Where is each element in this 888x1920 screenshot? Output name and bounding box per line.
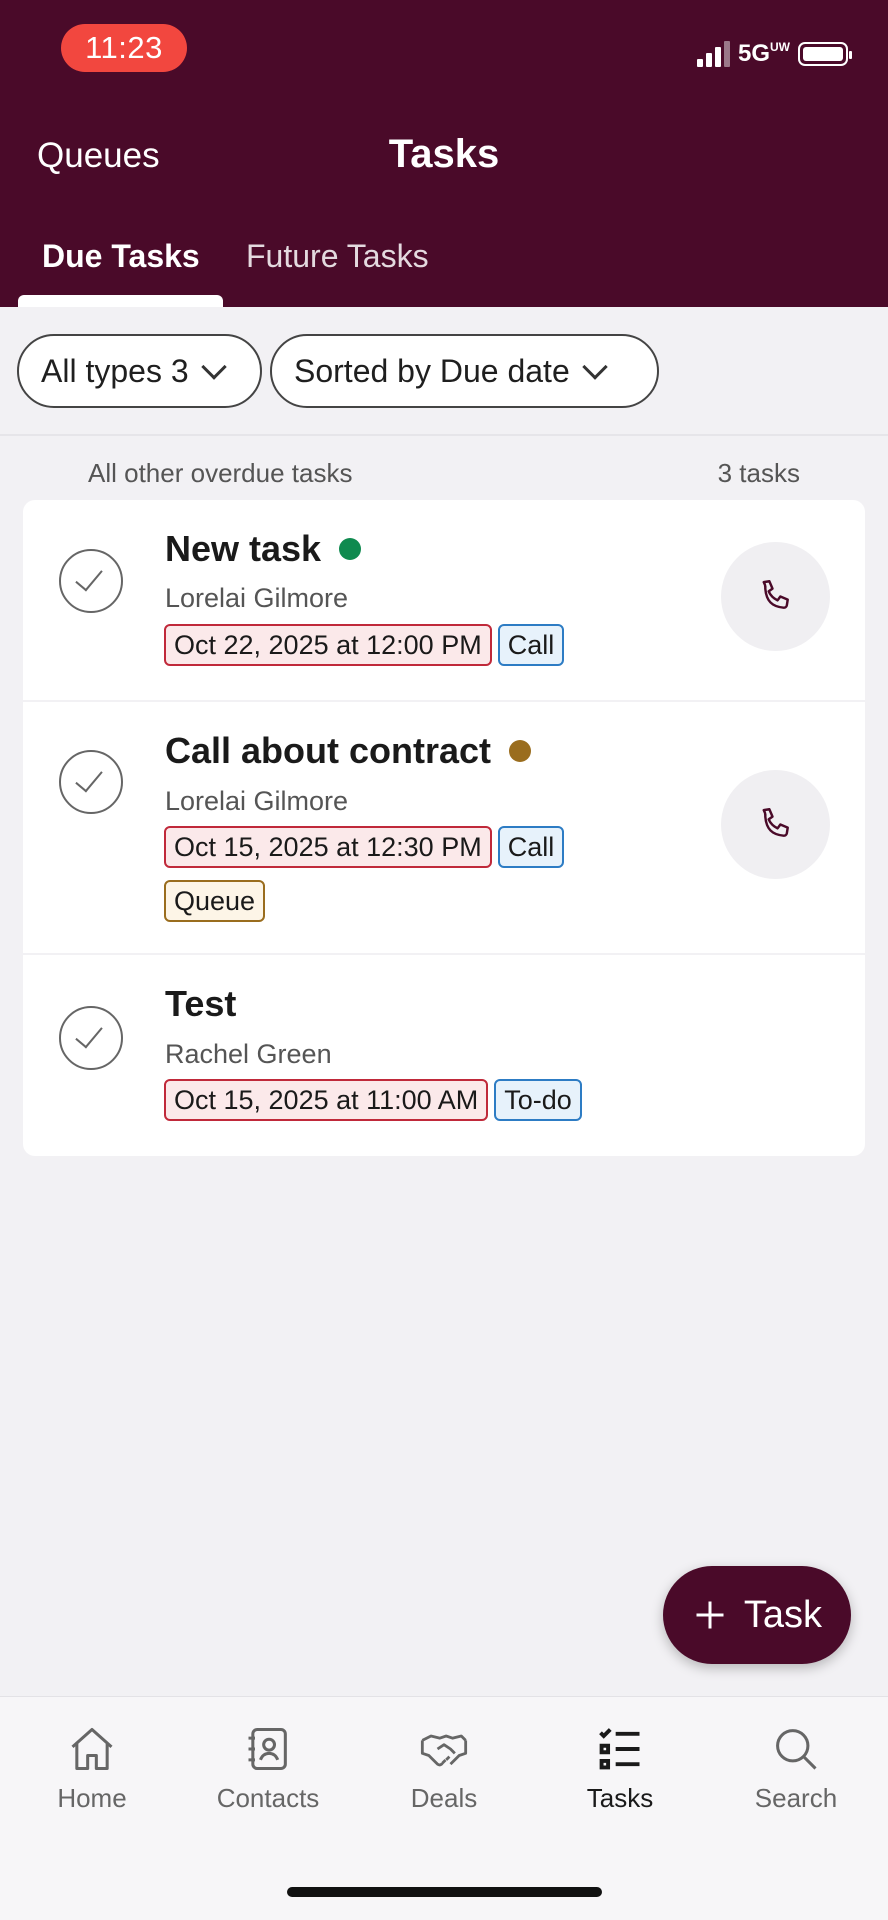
- network-label: 5GUW: [737, 40, 790, 67]
- task-contact[interactable]: Lorelai Gilmore: [165, 583, 348, 614]
- nav-contacts[interactable]: Contacts: [188, 1723, 348, 1814]
- nav-home-label: Home: [57, 1783, 127, 1813]
- call-button[interactable]: [721, 542, 830, 651]
- task-title: Call about contract: [165, 730, 532, 772]
- task-contact[interactable]: Lorelai Gilmore: [165, 786, 348, 817]
- complete-check-icon[interactable]: [59, 549, 123, 613]
- add-task-label: Task: [743, 1593, 823, 1636]
- nav-tasks-label: Tasks: [586, 1783, 654, 1813]
- contacts-icon: [248, 1727, 287, 1771]
- nav-search-label: Search: [754, 1783, 838, 1813]
- task-contact[interactable]: Rachel Green: [165, 1039, 332, 1070]
- add-task-button[interactable]: Task: [663, 1566, 851, 1664]
- chevron-down-icon: [582, 354, 608, 380]
- tab-due-tasks[interactable]: Due Tasks: [42, 238, 200, 275]
- handshake-icon: [420, 1734, 468, 1767]
- complete-check-icon[interactable]: [59, 1006, 123, 1070]
- nav-home[interactable]: Home: [12, 1723, 172, 1814]
- queue-badge: Queue: [164, 880, 266, 922]
- complete-check-icon[interactable]: [59, 750, 123, 814]
- section-label: All other overdue tasks: [88, 458, 353, 488]
- task-card[interactable]: Test Rachel Green Oct 15, 2025 at 11:00 …: [23, 955, 865, 1156]
- search-icon: [776, 1729, 817, 1770]
- sort-dropdown[interactable]: Sorted by Due date: [270, 334, 659, 408]
- nav-search[interactable]: Search: [716, 1723, 876, 1814]
- task-badges: Oct 15, 2025 at 12:30 PM Call Queue: [164, 826, 664, 922]
- task-badges: Oct 22, 2025 at 12:00 PM Call: [164, 624, 664, 666]
- chevron-down-icon: [200, 354, 227, 380]
- phone-icon: [762, 807, 789, 837]
- task-title-text: Test: [165, 983, 237, 1024]
- sort-label: Sorted by Due date: [294, 352, 570, 389]
- task-type-badge: Call: [497, 826, 565, 868]
- task-title-text: New task: [165, 528, 322, 569]
- section-count: 3 tasks: [717, 458, 800, 488]
- task-type-badge: To-do: [494, 1079, 582, 1121]
- nav-contacts-label: Contacts: [216, 1783, 320, 1813]
- home-indicator[interactable]: [287, 1887, 602, 1897]
- nav-deals-label: Deals: [410, 1783, 478, 1813]
- task-badges: Oct 15, 2025 at 11:00 AM To-do: [164, 1079, 664, 1121]
- tab-future-tasks[interactable]: Future Tasks: [246, 238, 429, 275]
- status-dot: [509, 740, 532, 762]
- divider: [0, 434, 888, 436]
- phone-icon: [762, 579, 789, 609]
- due-date-badge: Oct 15, 2025 at 11:00 AM: [164, 1079, 489, 1121]
- home-icon: [71, 1727, 113, 1771]
- task-card[interactable]: New task Lorelai Gilmore Oct 22, 2025 at…: [23, 500, 865, 700]
- tab-active-indicator: [18, 295, 223, 307]
- task-title-text: Call about contract: [165, 730, 492, 771]
- status-dot: [339, 538, 362, 560]
- type-filter-dropdown[interactable]: All types 3: [17, 334, 262, 408]
- page-title: Tasks: [388, 132, 500, 176]
- call-button[interactable]: [721, 770, 830, 879]
- signal-icon: [696, 41, 730, 67]
- nav-deals[interactable]: Deals: [364, 1723, 524, 1814]
- task-card[interactable]: Call about contract Lorelai Gilmore Oct …: [23, 702, 865, 953]
- battery-icon: [798, 42, 852, 66]
- status-indicators: 5GUW: [696, 40, 852, 68]
- task-type-badge: Call: [497, 624, 565, 666]
- due-date-badge: Oct 15, 2025 at 12:30 PM: [164, 826, 492, 868]
- type-filter-label: All types 3: [41, 352, 189, 389]
- task-title: Test: [165, 983, 236, 1025]
- status-time: 11:23: [61, 24, 187, 72]
- tasks-icon: [599, 1728, 640, 1770]
- plus-icon: [696, 1601, 724, 1629]
- due-date-badge: Oct 22, 2025 at 12:00 PM: [164, 624, 492, 666]
- nav-tasks[interactable]: Tasks: [540, 1723, 700, 1814]
- app-header: 11:23 5GUW Queues Tasks Due Tasks Future…: [0, 0, 888, 307]
- task-title: New task: [165, 528, 362, 570]
